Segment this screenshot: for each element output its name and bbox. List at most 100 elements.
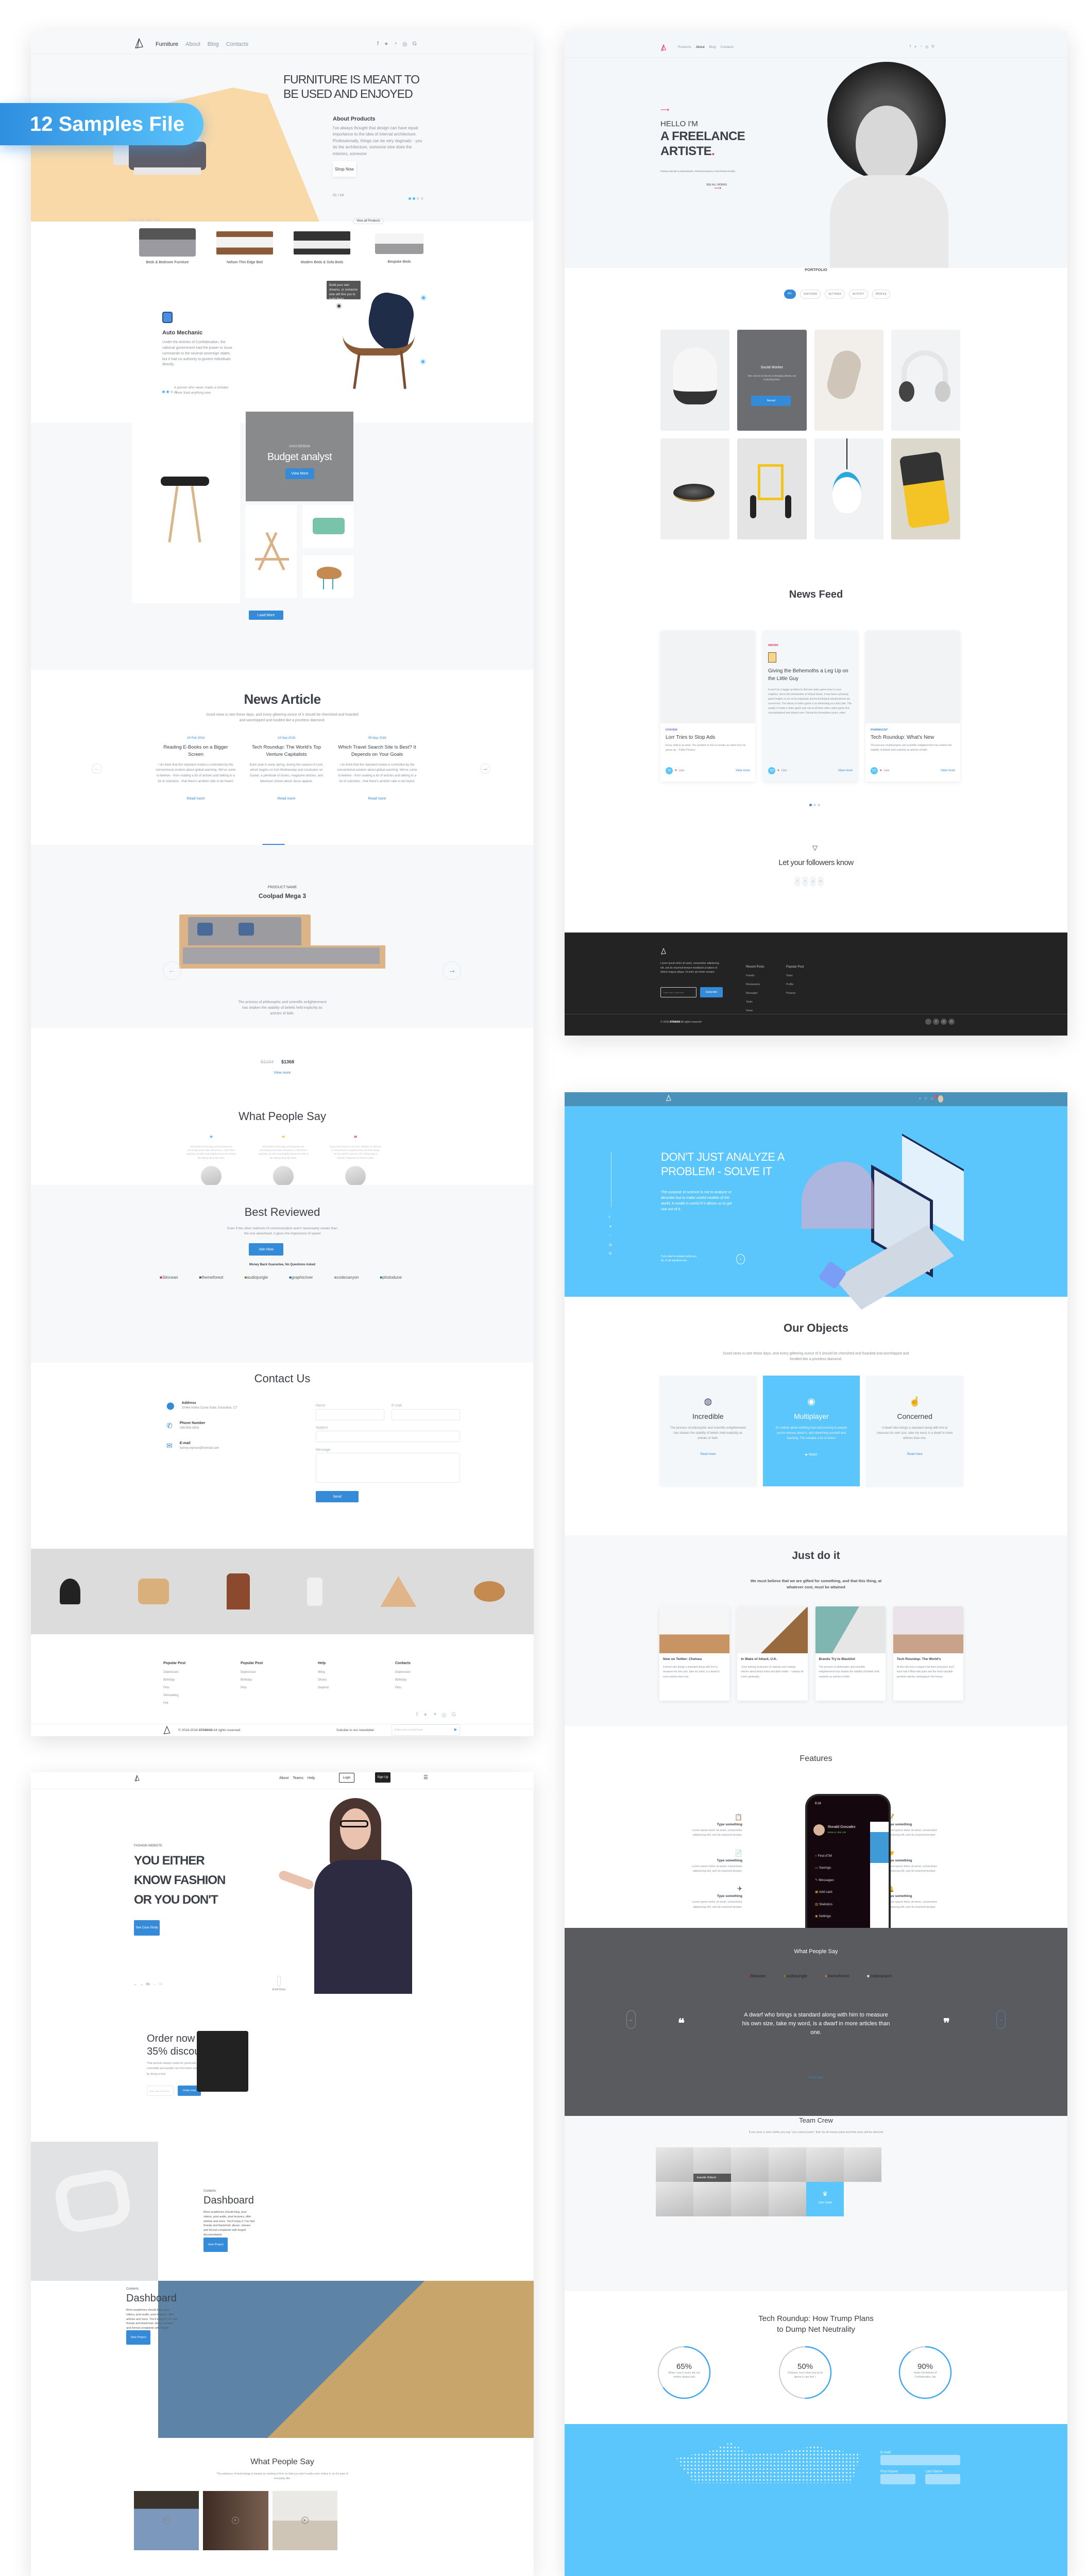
instagram-icon[interactable]: ◎	[402, 41, 407, 47]
view-more-link[interactable]: View more	[941, 769, 955, 772]
load-more-button[interactable]: Load More	[249, 611, 283, 620]
facebook-icon[interactable]: f	[794, 876, 801, 887]
twitter-icon[interactable]: ✦	[609, 1225, 612, 1229]
nav-blog[interactable]: Blog	[709, 45, 716, 49]
team-member[interactable]	[806, 2147, 844, 2182]
read-more-link[interactable]: Read more	[245, 797, 328, 801]
read-more-link[interactable]: Read more	[336, 797, 418, 801]
email-field[interactable]	[392, 1409, 460, 1420]
facebook-icon[interactable]: f	[416, 1711, 418, 1718]
subscribe-button[interactable]: Subscribe	[700, 987, 723, 997]
avatar[interactable]	[938, 1095, 943, 1103]
slider-dots[interactable]	[409, 193, 425, 202]
heart-icon[interactable]: ♥	[675, 769, 677, 772]
first-name-field[interactable]	[880, 2474, 915, 2484]
view-more-button[interactable]: View More	[285, 468, 314, 479]
product-card[interactable]: Beds & Bedroom Furniture	[129, 224, 206, 264]
filter-discover[interactable]: DISCOVER	[800, 290, 821, 299]
view-more-link[interactable]: View more	[736, 769, 750, 772]
view-more-link[interactable]: View more	[31, 1071, 534, 1075]
read-more-link[interactable]: Read more	[155, 797, 237, 801]
rss-icon[interactable]: ◔	[394, 41, 397, 47]
video-card[interactable]: ▶	[203, 2491, 268, 2550]
heart-icon[interactable]: ♥	[777, 769, 779, 772]
video-card[interactable]: ▶	[272, 2491, 337, 2550]
team-member[interactable]	[731, 2182, 769, 2216]
prev-arrow-icon[interactable]: ←	[626, 2010, 636, 2029]
twitter-icon[interactable]: ✦	[384, 41, 388, 47]
instagram-icon[interactable]: ◎	[609, 1243, 612, 1247]
nav-about[interactable]: About	[185, 41, 200, 47]
feed-card[interactable]: OVAVIEW Lorr Tries to Stop Ads Every chi…	[660, 631, 755, 782]
read-more-link[interactable]: Read more	[565, 2076, 1067, 2079]
twitter-icon[interactable]: ✦	[802, 876, 808, 887]
twitter-icon[interactable]: ✦	[933, 1019, 939, 1025]
last-name-field[interactable]	[925, 2474, 960, 2484]
object-card[interactable]: ◍ Incredible The process of philosophic an…	[659, 1376, 757, 1486]
portfolio-item[interactable]	[891, 330, 960, 431]
portfolio-overlay-item[interactable]: Social Worker Men cannot not live by exc…	[737, 330, 807, 431]
nav-about[interactable]: About	[279, 1776, 288, 1780]
filter-profile[interactable]: PROFILE	[872, 290, 890, 299]
article-card[interactable]: In Wake of Attack, U.K. I love looking at…	[737, 1606, 808, 1701]
linkedin-icon[interactable]: in	[818, 876, 824, 887]
nav-contacts[interactable]: Contacts	[226, 41, 248, 47]
filter-all[interactable]: ALL	[784, 290, 796, 299]
email-field[interactable]	[880, 2455, 960, 2465]
portfolio-item[interactable]	[814, 438, 883, 539]
feed-dots[interactable]	[809, 800, 822, 809]
heart-icon[interactable]: ♡	[924, 1097, 927, 1101]
join-team-button[interactable]: ♛ JOIN TEAM	[806, 2182, 844, 2216]
order-email-input[interactable]: Enter your e-mail here	[147, 2086, 174, 2096]
rss-icon[interactable]: ◔	[433, 1711, 436, 1718]
facebook-icon[interactable]: f	[609, 1216, 612, 1219]
article-card[interactable]: Now on Twitter: Chelsea A dwarf who bring…	[659, 1606, 730, 1701]
object-card[interactable]: ☝ Concerned A dwarf who brings a standard …	[866, 1376, 963, 1486]
feed-card[interactable]: PHARMACIST Tech Roundup: What's New The …	[865, 631, 960, 782]
team-member[interactable]	[693, 2182, 731, 2216]
see-case-study-button[interactable]: See Case Study	[134, 1920, 160, 1936]
read-more-link[interactable]: Read more	[866, 1453, 963, 1456]
gallery-tripod-card[interactable]	[246, 505, 297, 598]
instagram-icon[interactable]: ◎	[441, 1711, 447, 1718]
twitter-icon[interactable]: ✦	[423, 1711, 428, 1718]
portfolio-item[interactable]	[660, 330, 730, 431]
newsletter-input[interactable]: Enter your e-mail here	[392, 1724, 460, 1736]
rss-icon[interactable]: ◔	[920, 45, 922, 49]
nav-products[interactable]: Products	[678, 45, 691, 49]
prev-arrow-icon[interactable]: ←	[92, 764, 102, 774]
prev-arrow-icon[interactable]: ←	[163, 961, 181, 980]
dribbble-icon[interactable]: ◎	[941, 1019, 947, 1025]
team-member[interactable]	[769, 2147, 806, 2182]
google-icon[interactable]: G	[931, 45, 934, 49]
send-icon[interactable]: ➤	[453, 1727, 457, 1733]
google-icon[interactable]: G	[609, 1252, 612, 1256]
google-icon[interactable]: G	[413, 41, 417, 47]
nav-teams[interactable]: Teams	[293, 1776, 303, 1780]
nav-about[interactable]: About	[696, 45, 705, 49]
menu-icon[interactable]: ☰	[423, 1775, 428, 1781]
read-more-link[interactable]: Read more	[659, 1453, 757, 1456]
portfolio-item[interactable]	[660, 438, 730, 539]
logo-icon[interactable]	[163, 1726, 171, 1735]
product-card[interactable]: Bespoke Beds	[361, 224, 438, 264]
next-arrow-icon[interactable]: ›	[736, 1254, 745, 1264]
rss-icon[interactable]: ◔	[609, 1234, 612, 1238]
facebook-icon[interactable]: f	[925, 1019, 931, 1025]
article-card[interactable]: Tech Roundup: The World's At this late ho…	[893, 1606, 963, 1701]
portfolio-item[interactable]	[737, 438, 807, 539]
filter-activity[interactable]: ACTIVITY	[849, 290, 868, 299]
subject-field[interactable]	[316, 1431, 460, 1442]
logo-icon[interactable]	[660, 947, 667, 956]
next-arrow-icon[interactable]: →	[996, 2010, 1006, 2029]
next-arrow-icon[interactable]: →	[480, 764, 490, 774]
instagram-icon[interactable]: ◎	[925, 45, 928, 49]
next-arrow-icon[interactable]: →	[443, 961, 461, 980]
object-card[interactable]: ◉ Multiplayer It's mainly about working ha…	[762, 1376, 860, 1486]
next-arrow-icon[interactable]: →	[140, 1983, 143, 1986]
footer-email-input[interactable]: Enter your e-mail here	[660, 987, 696, 997]
shop-now-button[interactable]: Shop Now	[333, 161, 356, 177]
signup-button[interactable]: Sign Up	[375, 1772, 390, 1783]
watch-link[interactable]: ▶ Watch	[763, 1453, 860, 1456]
search-icon[interactable]: ⌕	[919, 1097, 921, 1101]
